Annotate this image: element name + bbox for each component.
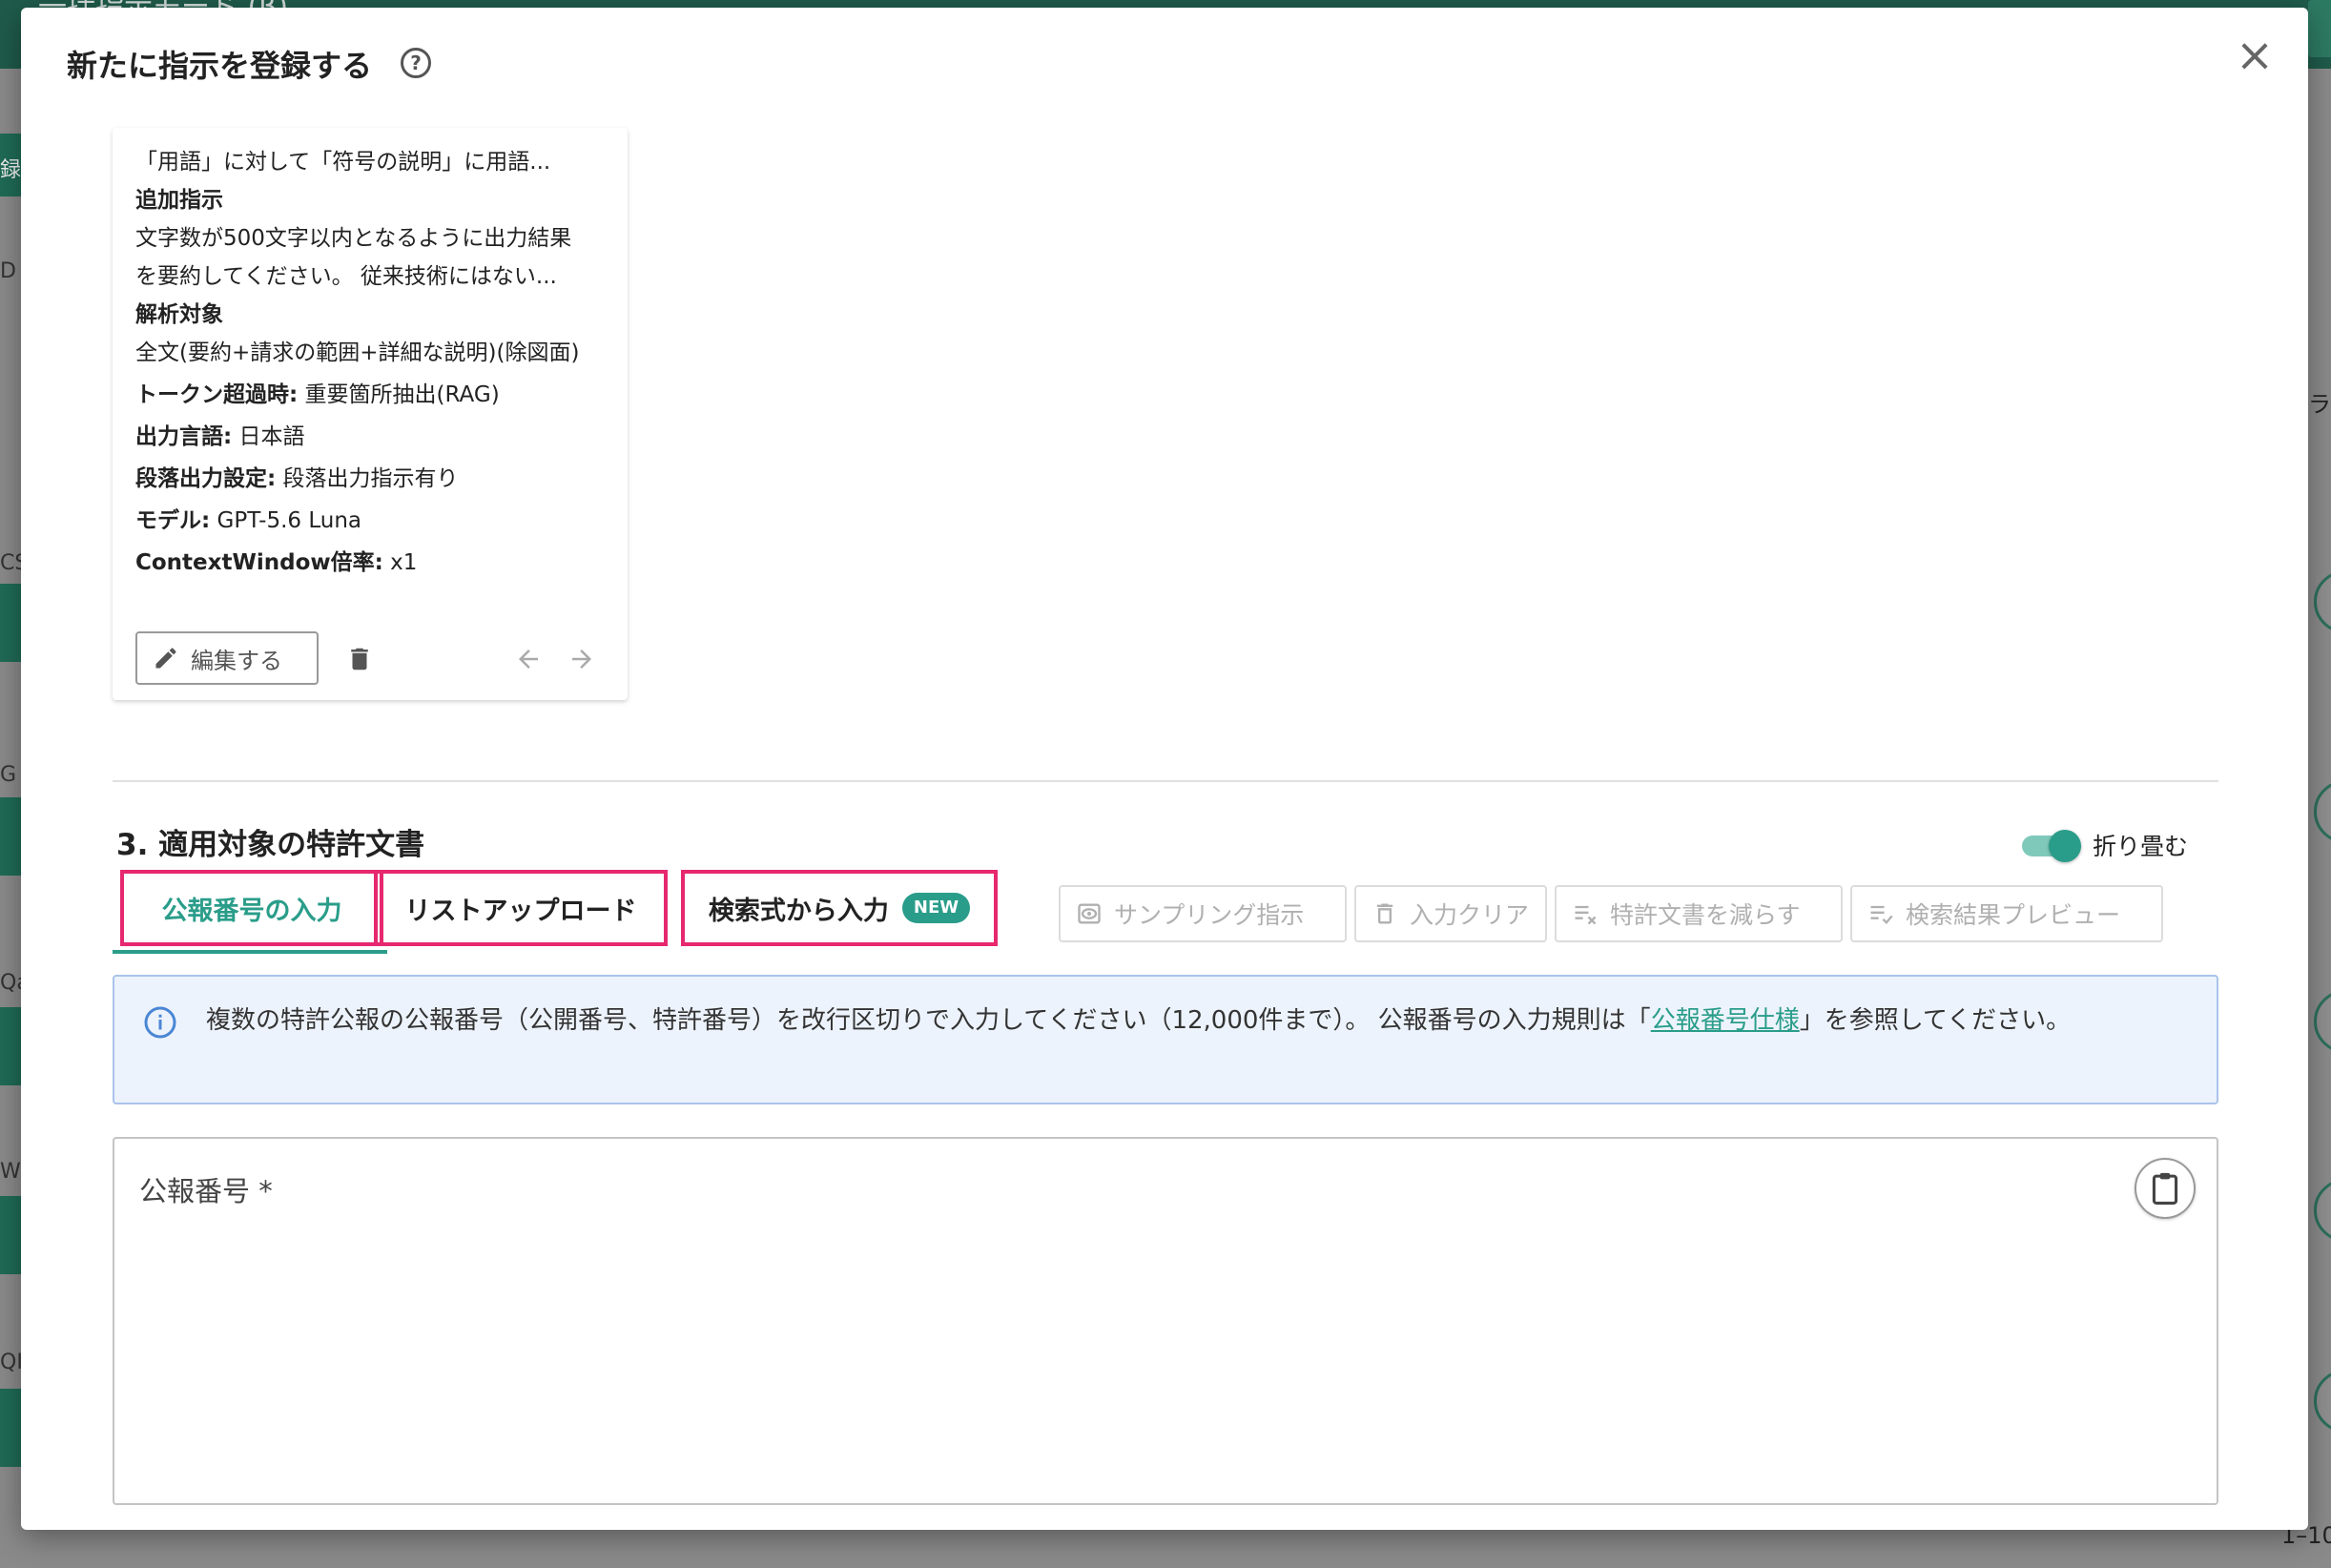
- clear-input-button[interactable]: 入力クリア: [1354, 885, 1547, 942]
- card-additional-line: 文字数が500文字以内となるように出力結果: [135, 226, 572, 251]
- card-paragraph-value: 段落出力指示有り: [282, 466, 459, 491]
- new-badge: NEW: [901, 893, 971, 923]
- card-context-window-label: ContextWindow倍率:: [135, 550, 383, 575]
- background-side-letter: W: [0, 1160, 21, 1184]
- section-divider: [113, 780, 2218, 782]
- register-instruction-dialog: 新たに指示を登録する ? × 「用語」に対して「符号の説明」に用語... 追加指…: [21, 8, 2308, 1530]
- card-token-label: トークン超過時:: [135, 382, 299, 407]
- collapse-toggle[interactable]: [2022, 830, 2081, 862]
- card-context-window-row: ContextWindow倍率: x1: [135, 544, 612, 576]
- info-text: 複数の特許公報の公報番号（公開番号、特許番号）を改行区切りで入力してください（1…: [206, 1001, 2199, 1040]
- tab-publication-number-input[interactable]: 公報番号の入力: [120, 870, 383, 946]
- tool-button-label: 入力クリア: [1410, 901, 1530, 929]
- info-alert: 複数の特許公報の公報番号（公開番号、特許番号）を改行区切りで入力してください（1…: [113, 975, 2218, 1104]
- background-side-letter: CS: [0, 551, 21, 575]
- reduce-documents-button[interactable]: 特許文書を減らす: [1555, 885, 1843, 942]
- publication-number-label: 公報番号 *: [139, 1175, 273, 1207]
- dialog-title: 新たに指示を登録する: [67, 48, 373, 84]
- info-text-after: 」を参照してください。: [1799, 1006, 2072, 1035]
- active-tab-indicator: [113, 950, 387, 954]
- background-side-letter: G: [0, 763, 17, 787]
- background-side-block: [0, 1007, 21, 1085]
- tool-button-label: 検索結果プレビュー: [1906, 901, 2121, 929]
- background-right-tag: [2308, 0, 2331, 57]
- card-heading-target: 解析対象: [135, 302, 223, 327]
- tab-label: リストアップロード: [404, 896, 637, 926]
- section-3-title: 3. 適用対象の特許文書: [116, 828, 425, 862]
- tab-label: 検索式から入力: [708, 896, 889, 926]
- paste-button[interactable]: [2135, 1158, 2196, 1219]
- card-paragraph-row: 段落出力設定: 段落出力指示有り: [135, 460, 612, 492]
- instruction-card: 「用語」に対して「符号の説明」に用語... 追加指示 文字数が500文字以内とな…: [113, 128, 628, 700]
- arrow-right-icon[interactable]: [567, 645, 597, 673]
- tab-label: 公報番号の入力: [161, 896, 342, 926]
- background-side-letter: D: [0, 259, 16, 283]
- info-text-before: 複数の特許公報の公報番号（公開番号、特許番号）を改行区切りで入力してください（1…: [206, 1006, 1651, 1035]
- trash-icon: [1376, 903, 1393, 924]
- collapse-toggle-label: 折り畳む: [2093, 833, 2189, 860]
- card-token-row: トークン超過時: 重要箇所抽出(RAG): [135, 376, 612, 408]
- background-right-button: [2314, 1179, 2331, 1242]
- background-right-button: [2314, 1370, 2331, 1433]
- tab-list-upload[interactable]: リストアップロード: [374, 870, 668, 946]
- background-right-button: [2314, 570, 2331, 633]
- background-side-block: [0, 1196, 21, 1274]
- clipboard-icon: [2152, 1172, 2178, 1205]
- card-text-line: 「用語」に対して「符号の説明」に用語...: [135, 150, 551, 175]
- card-context-window-value: x1: [390, 550, 418, 575]
- tab-search-query-input[interactable]: 検索式から入力 NEW: [681, 870, 998, 946]
- card-heading-additional: 追加指示: [135, 188, 223, 213]
- tool-button-label: サンプリング指示: [1114, 901, 1305, 929]
- search-result-preview-button[interactable]: 検索結果プレビュー: [1850, 885, 2163, 942]
- list-remove-icon: [1575, 905, 1597, 925]
- close-icon[interactable]: ×: [2232, 32, 2278, 80]
- toggle-knob: [2049, 830, 2081, 862]
- background-right-button: [2314, 990, 2331, 1053]
- background-side-letter: 録: [0, 158, 21, 182]
- background-side-block: [0, 584, 21, 662]
- edit-button[interactable]: 編集する: [135, 631, 319, 685]
- background-right-letter: ラ: [2308, 391, 2331, 418]
- card-target-value: 全文(要約+請求の範囲+詳細な説明)(除図面): [135, 340, 580, 365]
- card-language-row: 出力言語: 日本語: [135, 418, 612, 450]
- card-additional-line: を要約してください。 従来技術にはない...: [135, 264, 557, 289]
- edit-button-label: 編集する: [191, 647, 282, 674]
- sampling-instruction-button[interactable]: サンプリング指示: [1059, 885, 1347, 942]
- card-paragraph-label: 段落出力設定:: [135, 466, 277, 491]
- background-side-block: [0, 797, 21, 876]
- eye-icon: [1078, 903, 1101, 924]
- pencil-icon: [155, 648, 176, 669]
- background-side-letter: QI: [0, 1351, 21, 1374]
- publication-number-spec-link[interactable]: 公報番号仕様: [1651, 1006, 1800, 1035]
- background-right-button: [2314, 780, 2331, 843]
- card-model-label: モデル:: [135, 508, 211, 533]
- arrow-left-icon[interactable]: [513, 645, 544, 673]
- card-token-value: 重要箇所抽出(RAG): [304, 382, 500, 407]
- list-check-icon: [1870, 905, 1893, 925]
- card-language-value: 日本語: [238, 424, 305, 449]
- info-icon: [144, 1006, 176, 1039]
- card-model-value: GPT-5.6 Luna: [217, 508, 361, 533]
- background-side-block: [0, 1389, 21, 1467]
- card-language-label: 出力言語:: [135, 424, 233, 449]
- background-side-letter: Qa: [0, 971, 21, 995]
- trash-icon[interactable]: [345, 643, 374, 675]
- publication-number-field[interactable]: 公報番号 *: [113, 1137, 2218, 1505]
- help-circle-icon[interactable]: ?: [401, 48, 431, 78]
- card-model-row: モデル: GPT-5.6 Luna: [135, 502, 612, 534]
- tool-button-label: 特許文書を減らす: [1610, 901, 1801, 929]
